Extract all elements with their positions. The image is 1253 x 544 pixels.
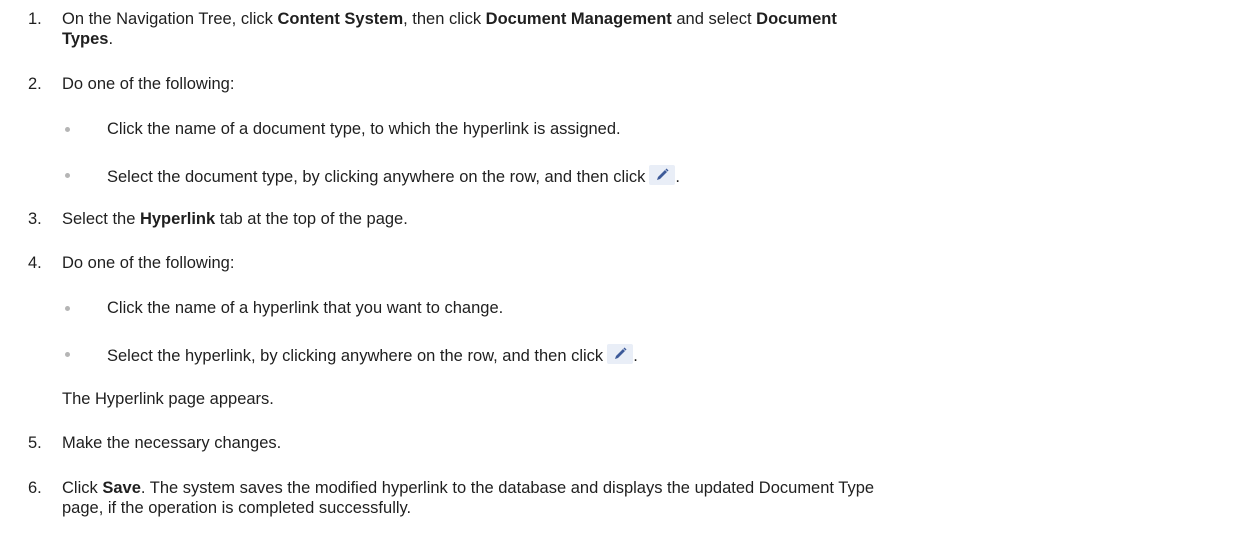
step-text: Click Save. The system saves the modifie… [62, 479, 875, 517]
option-text: Click the name of a hyperlink that you w… [107, 299, 504, 317]
nav-document-management: Document Management [485, 10, 672, 28]
step-text: Do one of the following: [62, 75, 235, 93]
step-number: 3. [28, 210, 42, 228]
pencil-edit-icon [607, 344, 634, 364]
step-number: 6. [28, 479, 42, 497]
option-text: Click the name of a document type, to wh… [107, 120, 621, 138]
pencil-edit-icon [649, 165, 676, 185]
step-4-note: The Hyperlink page appears. [62, 390, 274, 408]
save-action-name: Save [102, 479, 141, 497]
step-number: 1. [28, 10, 42, 28]
step-text: Make the necessary changes. [62, 434, 282, 452]
hyperlink-tab-name: Hyperlink [139, 210, 216, 228]
bullet-icon [65, 127, 70, 132]
step-number: 2. [28, 75, 42, 93]
procedure-document: 1. On the Navigation Tree, click Content… [0, 0, 1253, 544]
nav-content-system: Content System [277, 10, 404, 28]
step-number: 4. [28, 254, 42, 272]
step-number: 5. [28, 434, 42, 452]
nav-document-types-cont: Types [62, 30, 109, 48]
bullet-icon [65, 352, 70, 357]
bullet-icon [65, 306, 70, 311]
step-text: Do one of the following: [62, 254, 235, 272]
nav-document-types: Document [756, 10, 837, 28]
option-text: Select the document type, by clicking an… [107, 165, 680, 187]
option-text: Select the hyperlink, by clicking anywhe… [107, 344, 638, 366]
step-text: On the Navigation Tree, click Content Sy… [62, 10, 837, 48]
bullet-icon [65, 173, 70, 178]
step-text: Select the Hyperlink tab at the top of t… [62, 210, 408, 228]
